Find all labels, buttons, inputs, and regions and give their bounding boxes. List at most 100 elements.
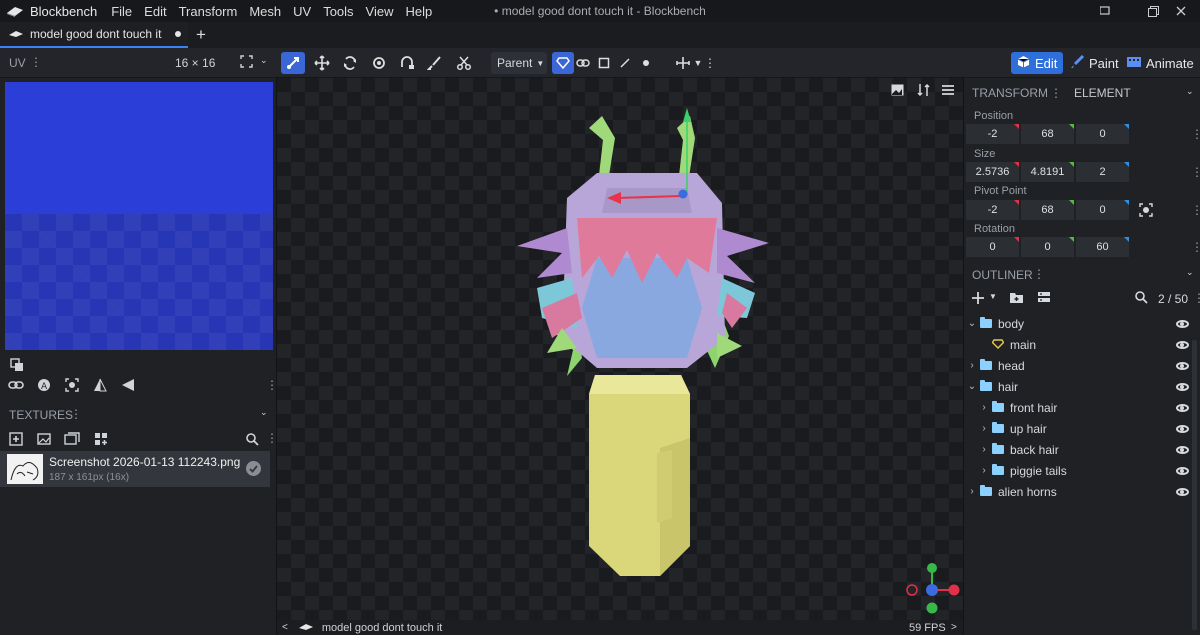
textures-panel-menu-icon[interactable]: ⋮: [70, 407, 82, 421]
unsaved-dot-icon[interactable]: [175, 31, 182, 37]
chevron-right-icon[interactable]: ›: [978, 444, 990, 455]
image-icon[interactable]: [35, 430, 53, 448]
rotation-more-icon[interactable]: ⋮: [1191, 241, 1200, 253]
knife-tool-icon[interactable]: [452, 52, 476, 74]
menu-help[interactable]: Help: [406, 4, 433, 19]
selection-mode-object-icon[interactable]: [552, 52, 574, 74]
position-more-icon[interactable]: ⋮: [1191, 128, 1200, 140]
tab-element[interactable]: ELEMENT: [1066, 78, 1139, 108]
copy-icon[interactable]: [8, 356, 26, 374]
visibility-eye-icon[interactable]: [1176, 403, 1189, 412]
rotation-x-input[interactable]: 0: [966, 237, 1019, 257]
size-z-input[interactable]: 2: [1076, 162, 1129, 182]
size-x-input[interactable]: 2.5736: [966, 162, 1019, 182]
chevron-down-icon[interactable]: ⌄: [966, 381, 978, 392]
link-icon[interactable]: [572, 52, 594, 74]
outliner-group-front-hair[interactable]: › front hair: [964, 397, 1199, 418]
position-z-input[interactable]: 0: [1076, 124, 1129, 144]
outliner-menu-icon[interactable]: ⋮: [1033, 267, 1045, 281]
model-render[interactable]: [277, 78, 963, 620]
center-pivot-icon[interactable]: [1139, 203, 1153, 220]
transform-menu-icon[interactable]: ⋮: [1050, 86, 1062, 100]
visibility-eye-icon[interactable]: [1176, 466, 1189, 475]
uv-size-label[interactable]: 16 × 16: [175, 56, 215, 70]
outliner-more-icon[interactable]: ⋮: [1193, 291, 1200, 305]
uv-editor[interactable]: [5, 82, 273, 350]
menu-mesh[interactable]: Mesh: [249, 4, 281, 19]
animate-mode-button[interactable]: Animate: [1121, 52, 1200, 74]
mirror-x-icon[interactable]: [91, 376, 109, 394]
visibility-eye-icon[interactable]: [1176, 487, 1189, 496]
outliner-group-piggie-tails[interactable]: › piggie tails: [964, 460, 1199, 481]
chevron-right-icon[interactable]: ›: [966, 486, 978, 497]
chevron-right-icon[interactable]: ›: [966, 360, 978, 371]
chevron-down-icon[interactable]: ⌄: [1186, 267, 1194, 278]
rotate-tool-icon[interactable]: [338, 52, 362, 74]
outliner-group-hair[interactable]: ⌄ hair: [964, 376, 1199, 397]
move-tool-icon[interactable]: [281, 52, 305, 74]
outliner-group-up-hair[interactable]: › up hair: [964, 418, 1199, 439]
uv-panel-menu-icon[interactable]: ⋮: [30, 55, 42, 69]
visibility-eye-icon[interactable]: [1176, 319, 1189, 328]
menu-view[interactable]: View: [366, 4, 394, 19]
tab-transform[interactable]: TRANSFORM: [964, 78, 1056, 108]
rotation-y-input[interactable]: 0: [1021, 237, 1074, 257]
visibility-eye-icon[interactable]: [1176, 382, 1189, 391]
outliner-cube-main[interactable]: main: [964, 334, 1199, 355]
menu-edit[interactable]: Edit: [144, 4, 166, 19]
size-more-icon[interactable]: ⋮: [1191, 166, 1200, 178]
rotation-z-input[interactable]: 60: [1076, 237, 1129, 257]
chevron-down-icon[interactable]: ▼: [692, 52, 704, 74]
chevron-down-icon[interactable]: ⌄: [260, 407, 268, 418]
paint-mode-button[interactable]: Paint: [1064, 52, 1125, 74]
vertex-snap-icon[interactable]: [395, 52, 419, 74]
chevron-down-icon[interactable]: ▼: [989, 292, 997, 301]
pivot-more-icon[interactable]: ⋮: [1191, 204, 1200, 216]
outliner-group-head[interactable]: › head: [964, 355, 1199, 376]
pivot-x-input[interactable]: -2: [966, 200, 1019, 220]
visibility-eye-icon[interactable]: [1176, 445, 1189, 454]
menu-uv[interactable]: UV: [293, 4, 311, 19]
menu-transform[interactable]: Transform: [179, 4, 238, 19]
chevron-right-icon[interactable]: ›: [978, 402, 990, 413]
brush-tool-icon[interactable]: [423, 52, 447, 74]
pivot-z-input[interactable]: 0: [1076, 200, 1129, 220]
uv-face-selection[interactable]: [5, 82, 273, 214]
edge-mode-icon[interactable]: [614, 52, 636, 74]
pivot-y-input[interactable]: 68: [1021, 200, 1074, 220]
search-icon[interactable]: [1135, 291, 1148, 307]
collapse-all-icon[interactable]: [1037, 291, 1051, 307]
chevron-right-icon[interactable]: ›: [978, 423, 990, 434]
add-element-icon[interactable]: [971, 291, 985, 308]
minimize-icon[interactable]: [1086, 0, 1124, 22]
menu-file[interactable]: File: [111, 4, 132, 19]
outliner-group-alien-horns[interactable]: › alien horns: [964, 481, 1199, 502]
chevron-left-icon[interactable]: <: [282, 622, 288, 633]
vertex-mode-icon[interactable]: [635, 52, 657, 74]
search-icon[interactable]: [243, 430, 261, 448]
visibility-eye-icon[interactable]: [1176, 340, 1189, 349]
face-mode-icon[interactable]: [593, 52, 615, 74]
focus-icon[interactable]: [63, 376, 81, 394]
transform-space-select[interactable]: Parent ▼: [491, 52, 547, 74]
fullscreen-icon[interactable]: [240, 55, 253, 71]
edit-mode-button[interactable]: Edit: [1011, 52, 1064, 74]
outliner-scrollbar[interactable]: [1192, 340, 1197, 630]
import-texture-icon[interactable]: [7, 430, 25, 448]
toolbar-more-icon[interactable]: ⋮: [704, 52, 716, 74]
position-y-input[interactable]: 68: [1021, 124, 1074, 144]
menu-tools[interactable]: Tools: [323, 4, 353, 19]
check-icon[interactable]: [246, 461, 261, 476]
chevron-right-icon[interactable]: >: [951, 622, 957, 633]
3d-viewport[interactable]: [277, 78, 963, 620]
outliner-group-back-hair[interactable]: › back hair: [964, 439, 1199, 460]
chevron-right-icon[interactable]: ›: [978, 465, 990, 476]
visibility-eye-icon[interactable]: [1176, 424, 1189, 433]
add-texture-group-icon[interactable]: [92, 430, 110, 448]
add-group-icon[interactable]: [1009, 291, 1024, 307]
mirror-y-icon[interactable]: [119, 376, 137, 394]
outliner-group-body[interactable]: ⌄ body: [964, 313, 1199, 334]
pivot-tool-icon[interactable]: [367, 52, 391, 74]
chevron-down-icon[interactable]: ⌄: [1186, 86, 1194, 97]
add-tab-button[interactable]: +: [190, 24, 212, 46]
